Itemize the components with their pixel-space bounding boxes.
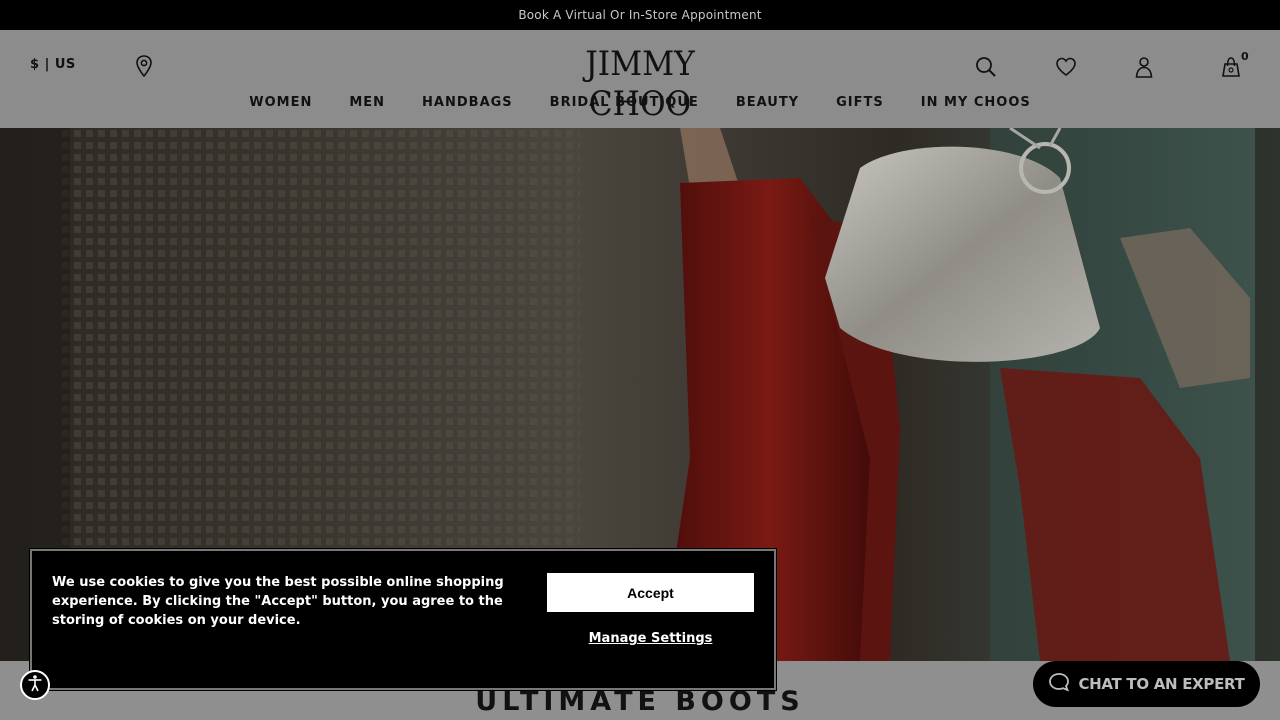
- nav-item-bridal-boutique[interactable]: BRIDAL BOUTIQUE: [531, 95, 717, 110]
- heart-icon[interactable]: [1054, 55, 1078, 79]
- manage-settings-link[interactable]: Manage Settings: [547, 631, 754, 646]
- accessibility-icon: [25, 673, 45, 697]
- cookie-message: We use cookies to give you the best poss…: [52, 575, 504, 628]
- nav-item-handbags[interactable]: HANDBAGS: [404, 95, 532, 110]
- nav-item-beauty[interactable]: BEAUTY: [717, 95, 817, 110]
- chat-expert-button[interactable]: CHAT TO AN EXPERT: [1033, 661, 1260, 707]
- chat-bubble-icon: [1048, 672, 1070, 696]
- nav-item-men[interactable]: MEN: [331, 95, 404, 110]
- site-header: $ | US JIMMY CHOO 0 WOMEN MEN HANDBAGS B…: [0, 30, 1280, 128]
- shopping-bag-icon[interactable]: [1219, 55, 1243, 79]
- cookie-banner: We use cookies to give you the best poss…: [29, 548, 777, 691]
- nav-item-women[interactable]: WOMEN: [231, 95, 331, 110]
- search-icon[interactable]: [974, 55, 998, 79]
- bag-count-badge: 0: [1241, 50, 1249, 63]
- accessibility-button[interactable]: [20, 670, 50, 700]
- store-locator-icon[interactable]: [134, 54, 154, 78]
- account-icon[interactable]: [1132, 55, 1156, 79]
- promo-text[interactable]: Book A Virtual Or In-Store Appointment: [518, 8, 761, 22]
- main-navigation: WOMEN MEN HANDBAGS BRIDAL BOUTIQUE BEAUT…: [0, 95, 1280, 110]
- currency-selector[interactable]: $ | US: [30, 57, 76, 72]
- nav-item-in-my-choos[interactable]: IN MY CHOOS: [902, 95, 1049, 110]
- accept-cookies-button[interactable]: Accept: [547, 573, 754, 612]
- nav-item-gifts[interactable]: GIFTS: [818, 95, 903, 110]
- chat-label: CHAT TO AN EXPERT: [1078, 675, 1245, 693]
- promo-bar[interactable]: Book A Virtual Or In-Store Appointment: [0, 0, 1280, 30]
- brand-logo[interactable]: JIMMY CHOO: [530, 44, 751, 124]
